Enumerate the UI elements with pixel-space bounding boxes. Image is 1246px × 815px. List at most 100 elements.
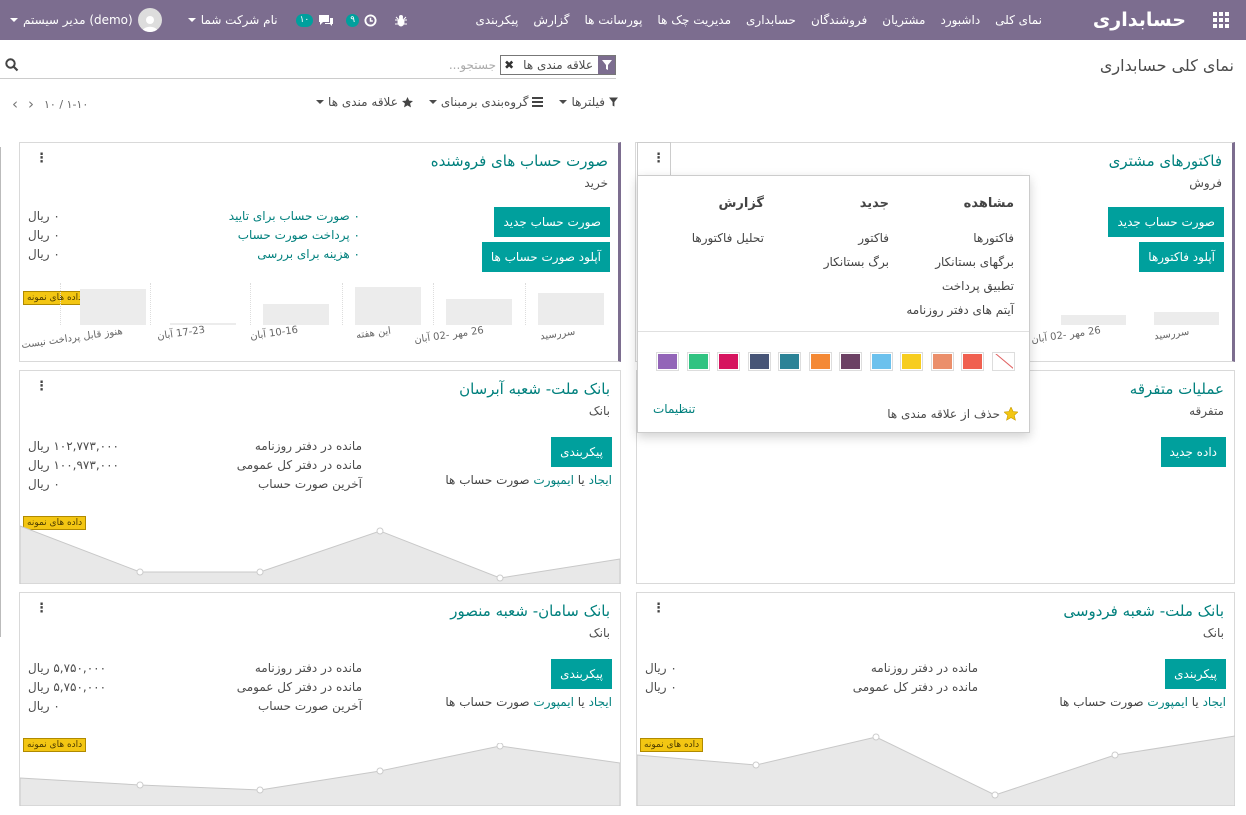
color-swatch[interactable] [900, 352, 923, 371]
card-subtitle: خرید [584, 176, 608, 190]
card-subtitle: متفرقه [1189, 404, 1224, 418]
company-switcher[interactable]: نام شرکت شما [187, 13, 278, 27]
create-statement-link[interactable]: ایجاد [1203, 695, 1226, 709]
color-swatch[interactable] [747, 352, 771, 371]
bar [1154, 312, 1219, 325]
card-menu-icon[interactable]: ⋮ [652, 601, 665, 616]
bills-to-pay-link[interactable]: ۰ پرداخت صورت حساب [229, 226, 360, 245]
configure-button[interactable]: پیکربندی [551, 659, 612, 689]
filters-dropdown[interactable]: فیلترها [559, 95, 618, 109]
pager-value[interactable]: ۱-۱۰ / ۱۰ [44, 98, 88, 111]
stat-value: ۱۰۰,۹۷۳,۰۰۰ ریال [28, 458, 119, 472]
settings-link[interactable]: تنظیمات [653, 402, 695, 416]
pager: ‹ › ۱-۱۰ / ۱۰ [12, 95, 88, 113]
import-statement-link[interactable]: ایمپورت [533, 695, 574, 709]
color-swatch[interactable] [656, 352, 679, 371]
stat-label: آخرین صورت حساب [257, 477, 362, 491]
card-title[interactable]: فاکتورهای مشتری [1109, 152, 1222, 170]
menu-customers[interactable]: مشتریان [882, 13, 925, 27]
bar [538, 293, 604, 325]
color-swatch[interactable] [778, 352, 801, 371]
remove-favorite-label: حذف از علاقه مندی ها [887, 407, 1000, 421]
create-statement-link[interactable]: ایجاد [589, 473, 612, 487]
menu-dashboard[interactable]: داشبورد [940, 13, 980, 27]
pager-next-icon[interactable]: › [28, 95, 34, 113]
new-entry-button[interactable]: داده جدید [1160, 437, 1226, 467]
color-swatch[interactable] [686, 352, 710, 371]
upload-invoices-button[interactable]: آپلود فاکتورها [1139, 242, 1224, 272]
line-chart[interactable] [637, 733, 1235, 806]
configure-button[interactable]: پیکربندی [551, 437, 612, 467]
messages-menu[interactable]: ۱۰ [295, 13, 335, 27]
pager-previous-icon[interactable]: ‹ [12, 95, 18, 113]
groupby-dropdown[interactable]: گروه‌بندی برمبنای [428, 95, 544, 109]
dropdown-view-items: فاکتورها برگهای بستانکار تطبیق پرداخت آی… [906, 226, 1014, 322]
search-icon[interactable] [5, 58, 19, 72]
no-color-swatch[interactable] [991, 352, 1015, 371]
journal-card-bank-saman-mansour: ⋮ بانک سامان- شعبه منصور بانک پیکربندی ا… [19, 592, 621, 806]
color-swatch[interactable] [961, 352, 984, 371]
card-menu-icon[interactable]: ⋮ [35, 151, 48, 166]
color-swatch[interactable] [869, 352, 893, 371]
payment-matching-link[interactable]: تطبیق پرداخت [906, 274, 1014, 298]
card-menu-icon[interactable]: ⋮ [652, 151, 665, 166]
card-title[interactable]: بانک ملت- شعبه فردوسی [1063, 602, 1224, 620]
new-credit-note-link[interactable]: برگ بستانکار [824, 250, 889, 274]
card-title[interactable]: بانک سامان- شعبه منصور [450, 602, 610, 620]
caret-down-icon [559, 100, 568, 104]
bar [80, 289, 146, 325]
view-invoices-link[interactable]: فاکتورها [906, 226, 1014, 250]
apps-menu-icon[interactable] [1208, 0, 1234, 40]
user-menu[interactable]: مدیر سیستم (demo) [10, 8, 162, 32]
menu-configuration[interactable]: پیکربندی [475, 13, 518, 27]
stat-value: ۰ ریال [28, 247, 60, 261]
create-statement-link[interactable]: ایجاد [589, 695, 612, 709]
card-title[interactable]: صورت حساب های فروشنده [431, 152, 608, 170]
search-input[interactable]: جستجو... [449, 58, 496, 72]
view-credit-notes-link[interactable]: برگهای بستانکار [906, 250, 1014, 274]
new-invoice-button[interactable]: صورت حساب جدید [1108, 207, 1224, 237]
menu-vendors[interactable]: فروشندگان [811, 13, 867, 27]
card-title[interactable]: عملیات متفرقه [1130, 380, 1224, 398]
line-chart[interactable] [20, 521, 620, 584]
new-invoice-link[interactable]: فاکتور [824, 226, 889, 250]
journal-items-link[interactable]: آیتم های دفتر روزنامه [906, 298, 1014, 322]
star-icon [1004, 407, 1018, 421]
menu-commissions[interactable]: پورسانت ها [584, 13, 642, 27]
line-chart[interactable] [20, 743, 620, 806]
app-brand[interactable]: حسابداری [1093, 0, 1186, 40]
menu-checks[interactable]: مدیریت چک ها [657, 13, 731, 27]
bar [1061, 315, 1126, 325]
color-swatch[interactable] [717, 352, 740, 371]
bar-chart[interactable] [20, 283, 620, 325]
menu-accounting[interactable]: حسابداری [746, 13, 796, 27]
stat-value: ۵,۷۵۰,۰۰۰ ریال [28, 680, 107, 694]
card-menu-icon[interactable]: ⋮ [35, 379, 48, 394]
remove-favorite-button[interactable]: حذف از علاقه مندی ها [887, 407, 1018, 421]
bar [446, 299, 512, 325]
filter-icon [598, 56, 615, 74]
favorites-dropdown[interactable]: علاقه مندی ها [316, 95, 413, 109]
new-bill-button[interactable]: صورت حساب جدید [494, 207, 610, 237]
import-statement-link[interactable]: ایمپورت [1147, 695, 1188, 709]
expenses-to-review-link[interactable]: ۰ هزینه برای بررسی [229, 245, 360, 264]
color-swatch[interactable] [839, 352, 862, 371]
upload-bills-button[interactable]: آپلود صورت حساب ها [481, 242, 610, 272]
debug-menu[interactable] [395, 14, 408, 27]
bills-to-validate-link[interactable]: ۰ صورت حساب برای تایید [229, 207, 360, 226]
filters-label: فیلترها [571, 95, 605, 109]
card-menu-toggle[interactable]: ⋮ [637, 142, 671, 176]
invoice-analysis-link[interactable]: تحلیل فاکتورها [692, 226, 764, 250]
import-statement-link[interactable]: ایمپورت [533, 473, 574, 487]
facet-remove-icon[interactable]: ✖ [501, 58, 518, 72]
search-facet[interactable]: علاقه مندی ها ✖ [500, 55, 616, 75]
menu-reporting[interactable]: گزارش [533, 13, 569, 27]
menu-overview[interactable]: نمای کلی [995, 13, 1042, 27]
color-swatch[interactable] [808, 352, 832, 371]
card-title[interactable]: بانک ملت- شعبه آبرسان [459, 380, 610, 398]
color-swatch[interactable] [930, 352, 954, 371]
card-menu-icon[interactable]: ⋮ [35, 601, 48, 616]
configure-button[interactable]: پیکربندی [1165, 659, 1226, 689]
activities-menu[interactable]: ۹ [346, 13, 377, 27]
bar-chart[interactable] [1026, 283, 1231, 325]
